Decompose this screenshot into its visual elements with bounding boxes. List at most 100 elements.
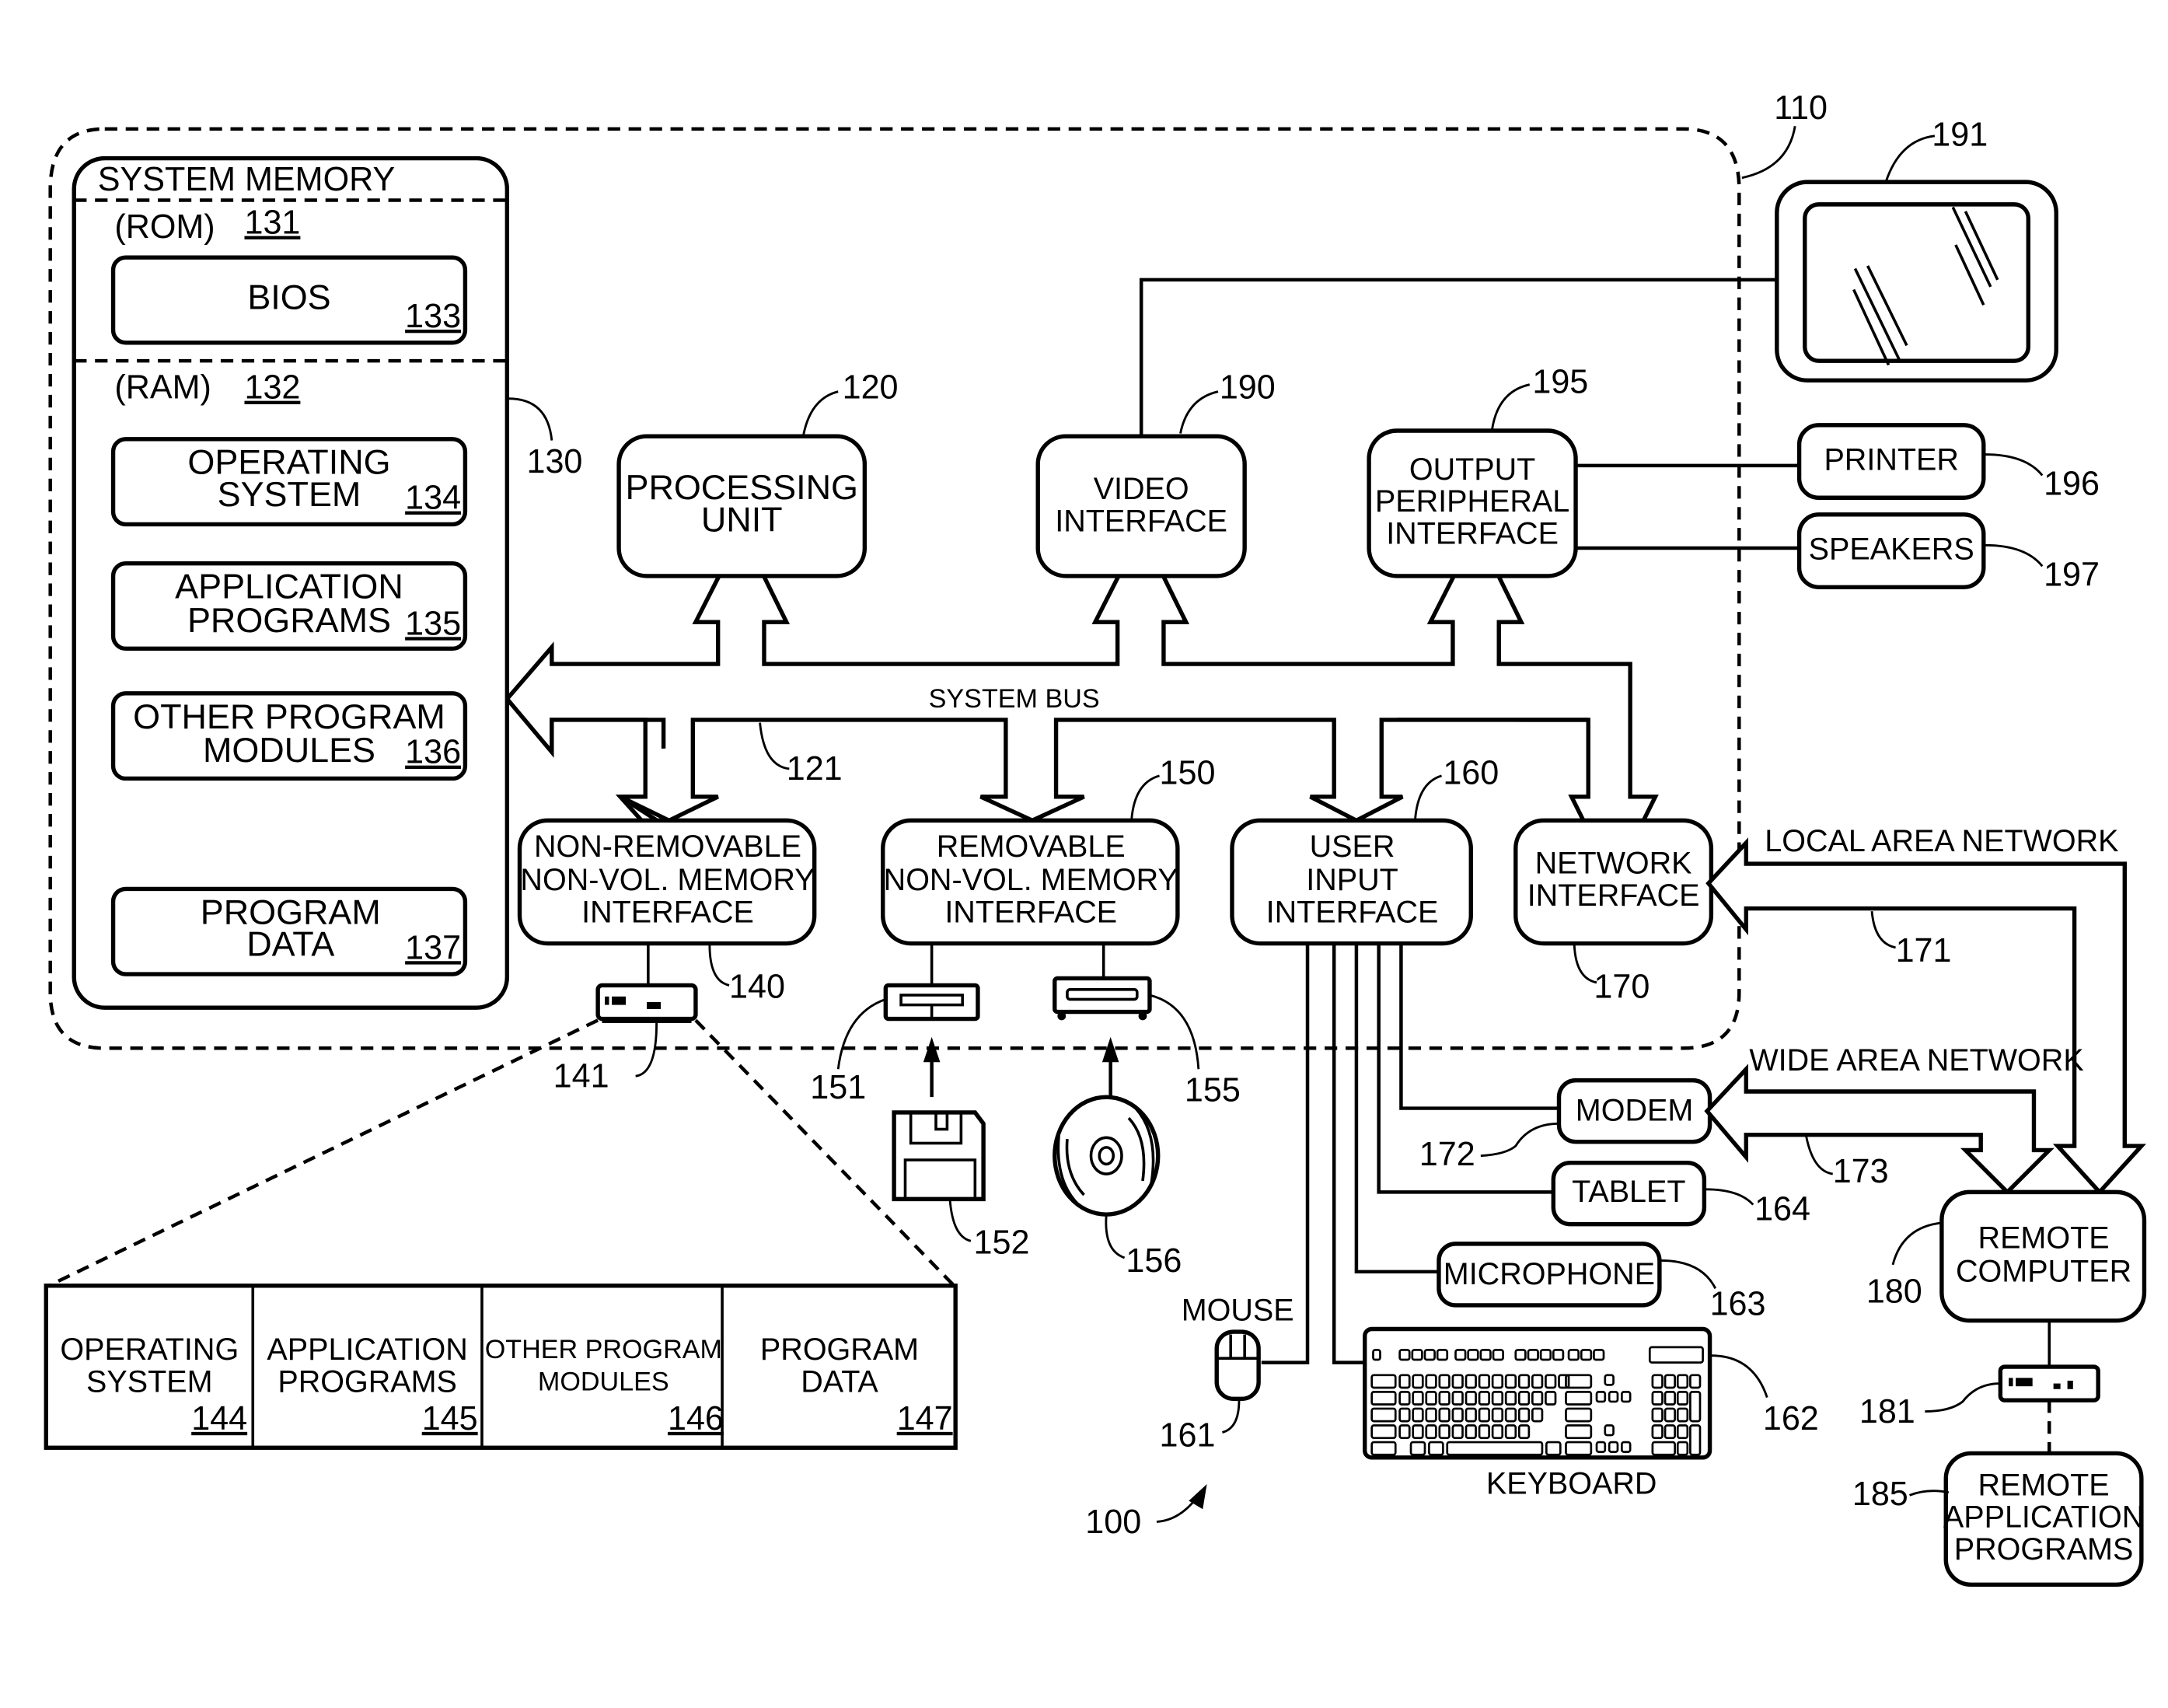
ref-152: 152	[974, 1224, 1030, 1261]
keyboard-icon	[1363, 1326, 1712, 1460]
lan-connection	[1705, 837, 2146, 1196]
stored-os-line1: OPERATING	[60, 1333, 239, 1367]
ref-132: 132	[244, 369, 300, 407]
leader-130	[508, 397, 553, 441]
ref-136: 136	[405, 734, 461, 771]
os-line2: SYSTEM	[218, 474, 361, 514]
opm-line2: MODULES	[203, 730, 375, 770]
leader-191	[1884, 134, 1936, 183]
ref-190: 190	[1220, 369, 1276, 407]
keyboard-label: KEYBOARD	[1486, 1467, 1657, 1501]
leader-152	[948, 1199, 972, 1242]
speakers-label: SPEAKERS	[1809, 532, 1974, 566]
hard-disk-icon	[595, 983, 698, 1023]
video-interface-line1: VIDEO	[1094, 472, 1189, 506]
ref-130: 130	[526, 443, 582, 480]
microphone-label: MICROPHONE	[1444, 1257, 1655, 1291]
ni-line1: NETWORK	[1535, 847, 1692, 881]
uii-line2: INPUT	[1306, 863, 1398, 897]
rap-line2: APPLICATION	[1943, 1500, 2144, 1535]
monitor-screen	[1803, 202, 2030, 363]
computing-environment-diagram: 110 SYSTEM MEMORY (ROM) 131 BIOS 133 (RA…	[44, 89, 2147, 1587]
lan-label: LOCAL AREA NETWORK	[1765, 824, 2118, 858]
keyboard: KEYBOARD 162	[1363, 1326, 1819, 1501]
modem-label: MODEM	[1576, 1094, 1693, 1128]
ref-147: 147	[897, 1400, 953, 1437]
ref-197: 197	[2044, 556, 2100, 593]
leader-195	[1490, 383, 1531, 431]
rom-label: (ROM)	[114, 208, 215, 246]
ref-110: 110	[1774, 89, 1828, 127]
ni-line2: INTERFACE	[1527, 878, 1700, 913]
ref-156: 156	[1126, 1242, 1182, 1280]
video-interface-line2: INTERFACE	[1055, 504, 1227, 538]
opi-line2: PERIPHERAL	[1375, 484, 1569, 519]
processing-unit-line2: UNIT	[701, 499, 783, 539]
ref-133: 133	[405, 298, 461, 335]
ri-line3: INTERFACE	[944, 896, 1117, 930]
rap-line1: REMOTE	[1978, 1468, 2110, 1502]
stored-opm-line1: OTHER PROGRAM	[485, 1335, 722, 1364]
ref-145: 145	[422, 1400, 478, 1437]
keyboard-cable	[1332, 943, 1365, 1364]
nri-line2: NON-VOL. MEMORY	[520, 863, 815, 897]
leader-180	[1891, 1221, 1943, 1266]
leader-172	[1480, 1122, 1559, 1158]
pd-line2: DATA	[246, 924, 334, 964]
leader-190	[1179, 390, 1219, 434]
ref-144: 144	[191, 1400, 247, 1437]
rc-line2: COMPUTER	[1956, 1254, 2131, 1288]
bios-label: BIOS	[247, 278, 330, 317]
ref-163: 163	[1710, 1286, 1766, 1323]
leader-163	[1660, 1259, 1717, 1290]
ref-170: 170	[1594, 969, 1650, 1006]
ref-135: 135	[405, 605, 461, 642]
ref-140: 140	[729, 969, 785, 1006]
leader-151	[836, 998, 886, 1070]
application-programs-box: APPLICATION PROGRAMS 135	[110, 561, 468, 651]
nri-line3: INTERFACE	[581, 896, 754, 930]
stored-pd-line1: PROGRAM	[760, 1333, 919, 1367]
app-line2: PROGRAMS	[187, 600, 391, 640]
ref-185: 185	[1852, 1476, 1908, 1513]
ref-131: 131	[244, 204, 300, 242]
rap-line3: PROGRAMS	[1954, 1532, 2134, 1567]
stored-opm-line2: MODULES	[538, 1367, 669, 1397]
ri-line1: REMOVABLE	[937, 830, 1126, 864]
ref-155: 155	[1185, 1072, 1241, 1109]
optical-disk-icon	[1053, 1095, 1161, 1217]
leader-160	[1413, 774, 1442, 821]
ri-line2: NON-VOL. MEMORY	[884, 863, 1178, 897]
speakers: SPEAKERS 197	[1796, 512, 2100, 593]
non-removable-memory-interface: NON-REMOVABLE NON-VOL. MEMORY INTERFACE …	[517, 818, 817, 1006]
ref-196: 196	[2044, 466, 2100, 503]
video-cable	[1139, 278, 1777, 437]
leader-196	[1985, 453, 2044, 477]
monitor: 191	[1775, 116, 2058, 383]
modem: MODEM 172	[1419, 1078, 1712, 1173]
ref-160: 160	[1443, 755, 1499, 792]
wan-label: WIDE AREA NETWORK	[1749, 1043, 2083, 1078]
remote-application-programs: REMOTE APPLICATION PROGRAMS 185	[1852, 1451, 2144, 1587]
other-program-modules-box: OTHER PROGRAM MODULES 136	[110, 691, 468, 781]
ref-151: 151	[810, 1069, 866, 1106]
ref-172: 172	[1419, 1136, 1475, 1173]
ref-150: 150	[1160, 755, 1216, 792]
floppy-disk-icon	[892, 1110, 986, 1202]
mouse: MOUSE 161	[1160, 1294, 1294, 1455]
ref-173: 173	[1833, 1153, 1889, 1190]
ref-146: 146	[668, 1400, 724, 1437]
leader-156	[1105, 1214, 1126, 1259]
system-memory: SYSTEM MEMORY (ROM) 131 BIOS 133 (RAM) 1…	[72, 155, 582, 1010]
ref-161: 161	[1160, 1416, 1216, 1454]
uii-line1: USER	[1310, 830, 1395, 864]
leader-120	[801, 390, 839, 437]
ref-121: 121	[787, 750, 843, 788]
tablet-label: TABLET	[1572, 1175, 1685, 1209]
ref-171: 171	[1896, 932, 1952, 969]
modem-cable	[1399, 943, 1559, 1110]
mouse-icon	[1214, 1329, 1261, 1402]
ref-180: 180	[1866, 1273, 1922, 1310]
processing-unit: PROCESSING UNIT 120	[616, 369, 899, 578]
leader-110	[1741, 126, 1796, 180]
